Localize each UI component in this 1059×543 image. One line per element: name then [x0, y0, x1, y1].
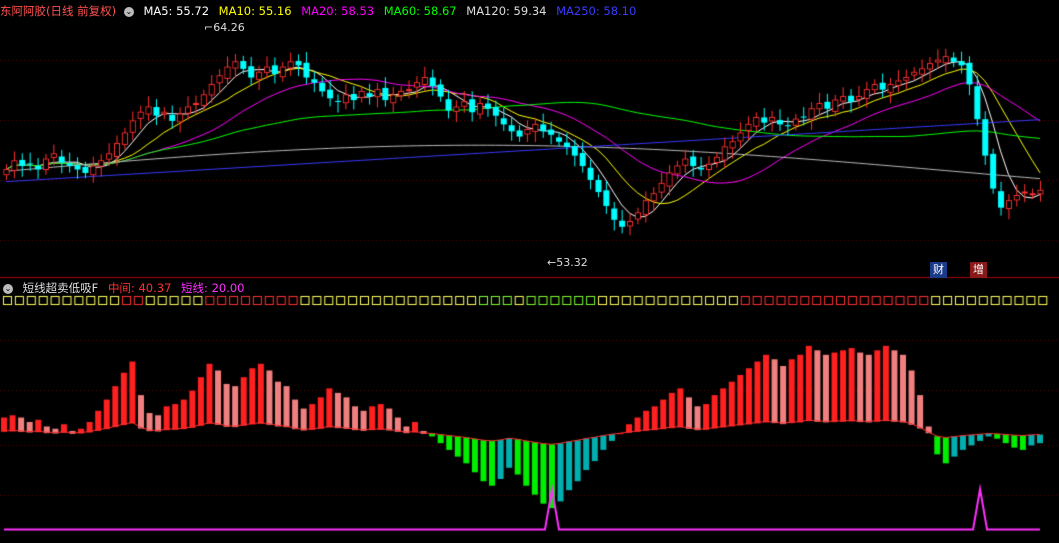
increase-flag[interactable]: 增 — [970, 262, 987, 278]
ma10-label: MA10: 55.16 — [218, 4, 292, 18]
ma5-label: MA5: 55.72 — [143, 4, 210, 18]
high-price-label: 64.26 — [213, 21, 245, 34]
high-annotation: ⌐64.26 — [204, 21, 245, 34]
chevron-down-icon[interactable]: ⌄ — [123, 6, 134, 17]
mid-value-label: 中间: 40.37 — [107, 281, 172, 295]
low-price-label: 53.32 — [556, 256, 588, 269]
indicator-title: 短线超卖低吸F — [22, 281, 99, 295]
sub-chart-header: ⌄ 短线超卖低吸F 中间: 40.37 短线: 20.00 — [0, 280, 251, 296]
ma120-label: MA120: 59.34 — [466, 4, 547, 18]
stock-title: 东阿阿胶(日线 前复权) — [0, 4, 117, 18]
low-annotation: ←53.32 — [547, 256, 588, 269]
ma60-label: MA60: 58.67 — [383, 4, 457, 18]
ma20-label: MA20: 58.53 — [301, 4, 375, 18]
chart-canvas — [0, 0, 1059, 543]
chevron-down-icon[interactable]: ⌄ — [3, 283, 13, 294]
main-chart-header: 东阿阿胶(日线 前复权) ⌄ MA5: 55.72 MA10: 55.16 MA… — [0, 3, 642, 19]
finance-flag[interactable]: 财 — [930, 262, 947, 278]
ma250-label: MA250: 58.10 — [556, 4, 637, 18]
short-value-label: 短线: 20.00 — [181, 281, 245, 295]
